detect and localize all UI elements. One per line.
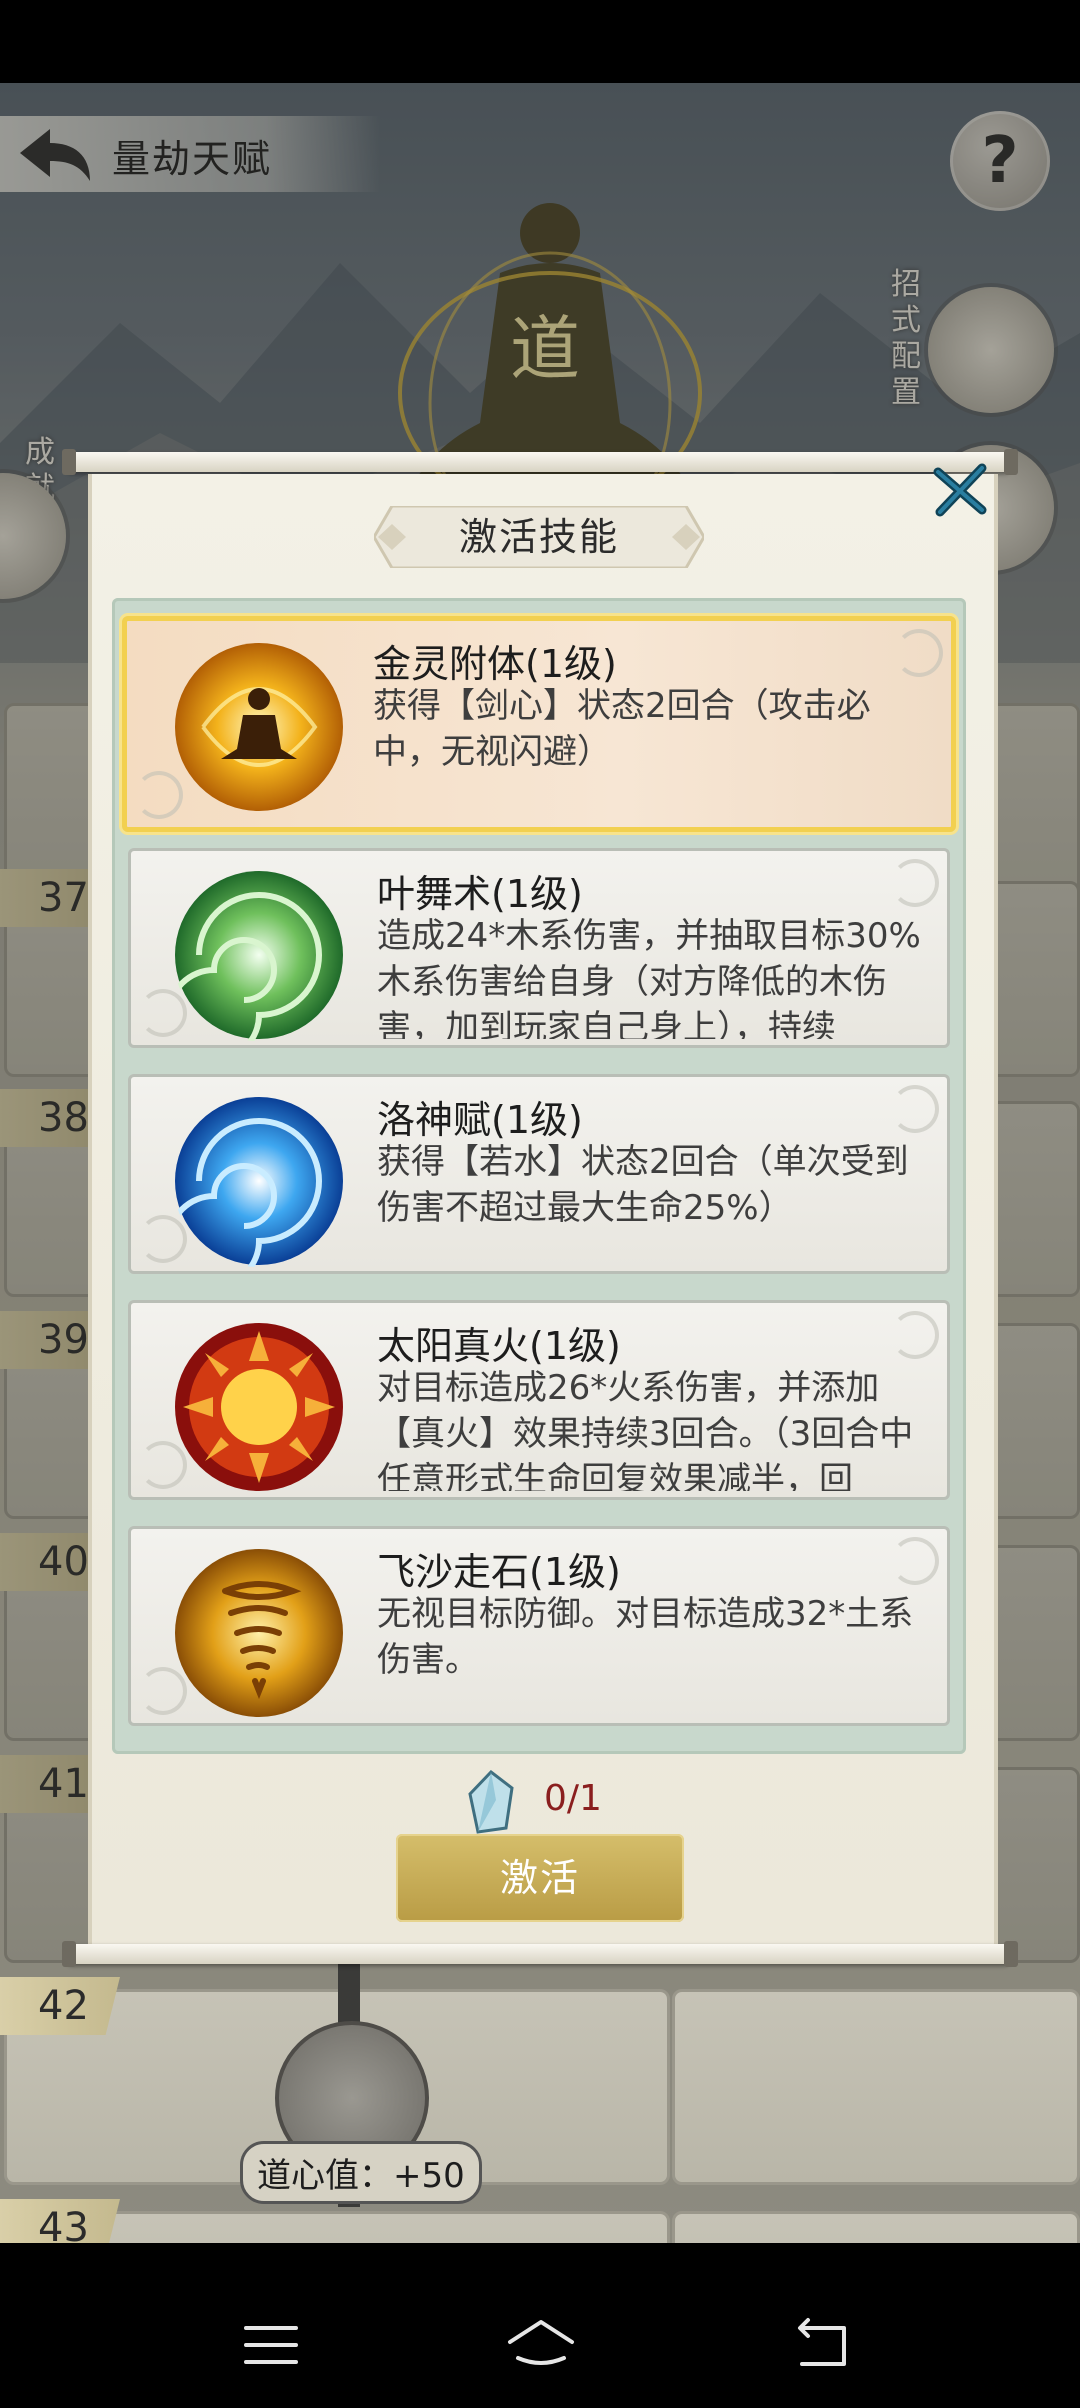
sun-fire-icon bbox=[175, 1323, 343, 1491]
home-icon[interactable] bbox=[496, 2312, 586, 2378]
skill-card-luoshen[interactable]: 洛神赋(1级) 获得【若水】状态2回合（单次受到伤害不超过最大生命25%） bbox=[128, 1074, 950, 1274]
level-row: 道心值：+50 42 bbox=[0, 1961, 1080, 2207]
skill-name: 叶舞术(1级) bbox=[377, 872, 583, 916]
skill-card-feisha[interactable]: 飞沙走石(1级) 无视目标防御。对目标造成32*土系伤害。 bbox=[128, 1526, 950, 1726]
skill-description: 无视目标防御。对目标造成32*土系伤害。 bbox=[377, 1594, 914, 1680]
menu-icon[interactable] bbox=[226, 2312, 316, 2378]
crystal-icon bbox=[468, 1770, 514, 1834]
level-number: 42 bbox=[0, 1977, 120, 2035]
skill-name: 飞沙走石(1级) bbox=[377, 1550, 621, 1594]
skill-description: 对目标造成26*火系伤害，并添加【真火】效果持续3回合。（3回合中任意形式生命回… bbox=[377, 1368, 914, 1491]
dialog-title: 激活技能 bbox=[458, 515, 619, 559]
water-vortex-icon bbox=[173, 1097, 343, 1267]
sand-tornado-icon bbox=[175, 1549, 343, 1717]
activate-button[interactable]: 激活 bbox=[396, 1834, 684, 1922]
skill-name: 太阳真火(1级) bbox=[377, 1324, 621, 1368]
leaf-swirl-icon bbox=[173, 871, 343, 1041]
status-bar bbox=[0, 0, 1080, 83]
skill-card-taiyang[interactable]: 太阳真火(1级) 对目标造成26*火系伤害，并添加【真火】效果持续3回合。（3回… bbox=[128, 1300, 950, 1500]
skill-card-jinling[interactable]: 金灵附体(1级) 获得【剑心】状态2回合（攻击必中，无视闪避） bbox=[122, 616, 956, 832]
close-icon[interactable] bbox=[930, 460, 990, 520]
activate-button-label: 激活 bbox=[499, 1856, 580, 1900]
golden-meditation-icon bbox=[175, 643, 343, 811]
level-number: 43 bbox=[0, 2199, 120, 2243]
skill-description: 获得【剑心】状态2回合（攻击必中，无视闪避） bbox=[373, 686, 871, 772]
skill-name: 洛神赋(1级) bbox=[377, 1098, 583, 1142]
scroll-rod-top bbox=[66, 452, 1010, 472]
level-row: 43 bbox=[0, 2193, 1080, 2243]
skill-description: 获得【若水】状态2回合（单次受到伤害不超过最大生命25%） bbox=[377, 1142, 909, 1228]
skill-name: 金灵附体(1级) bbox=[373, 642, 617, 686]
skill-card-yewu[interactable]: 叶舞术(1级) 造成24*木系伤害，并抽取目标30%木系伤害给自身（对方降低的木… bbox=[128, 848, 950, 1048]
skill-description: 造成24*木系伤害，并抽取目标30%木系伤害给自身（对方降低的木伤害，加到玩家自… bbox=[377, 916, 921, 1039]
system-navigation-bar bbox=[0, 2282, 1080, 2408]
crystal-cost: 0/1 bbox=[544, 1778, 602, 1819]
scroll-rod-bottom bbox=[66, 1944, 1010, 1964]
dialog-title-banner: 激活技能 bbox=[374, 506, 704, 568]
back-icon[interactable] bbox=[778, 2312, 868, 2378]
